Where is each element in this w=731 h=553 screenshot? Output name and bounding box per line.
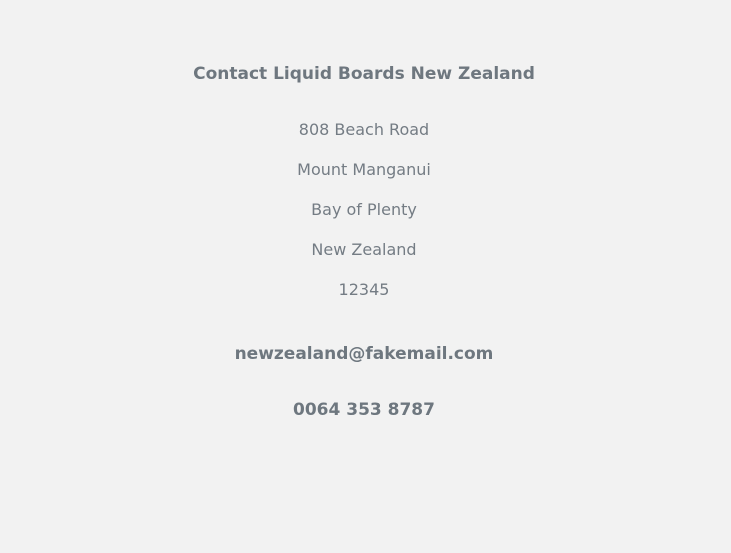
address-region: Bay of Plenty — [311, 200, 417, 219]
phone-link[interactable]: 0064 353 8787 — [0, 400, 728, 420]
email-link[interactable]: newzealand@fakemail.com — [0, 344, 728, 364]
contact-heading: Contact Liquid Boards New Zealand — [193, 64, 535, 84]
address-street: 808 Beach Road — [298, 120, 430, 139]
address-suburb: Mount Manganui — [297, 160, 431, 179]
address-postcode: 12345 — [338, 280, 390, 299]
address-country: New Zealand — [311, 240, 417, 259]
contact-section: Contact Liquid Boards New Zealand 808 Be… — [0, 0, 731, 553]
